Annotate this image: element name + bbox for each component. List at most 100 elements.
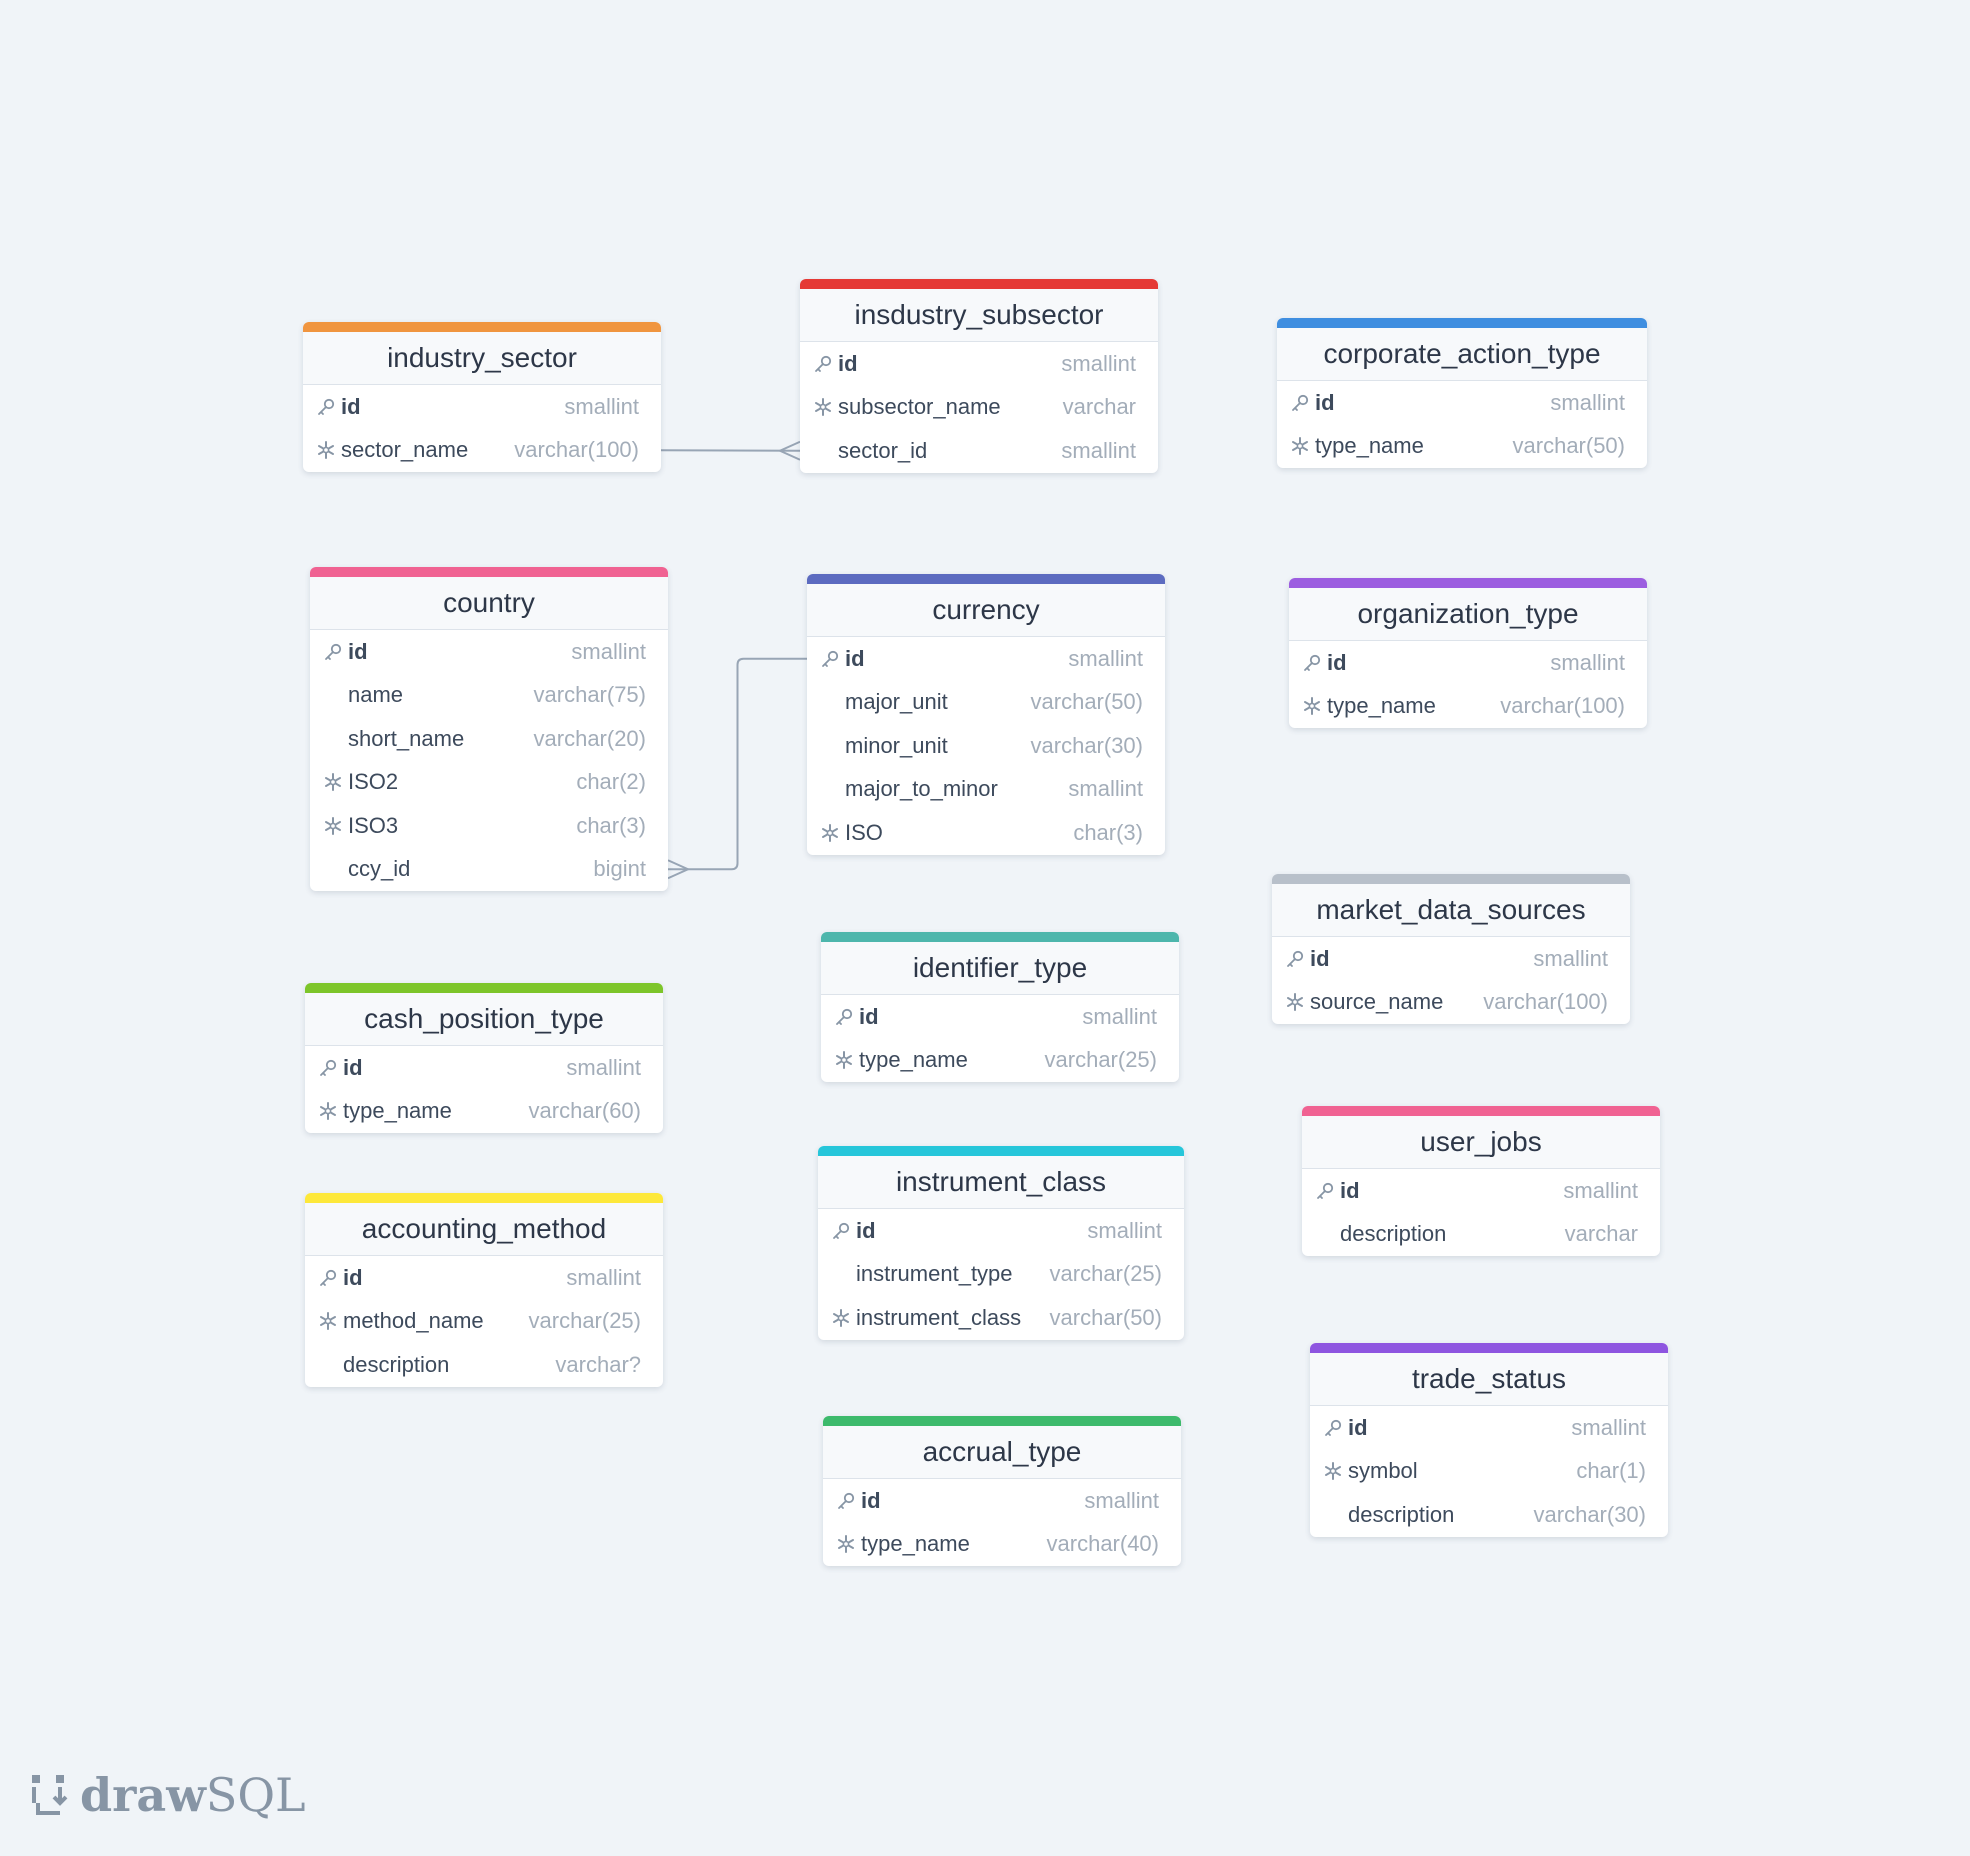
unique-key-icon [1282, 989, 1308, 1015]
column-row-id[interactable]: id smallint [807, 637, 1165, 681]
table-instrument-class[interactable]: instrument_class id smallint instrument_typ… [818, 1146, 1184, 1340]
column-row-id[interactable]: id smallint [821, 995, 1179, 1039]
column-name: id [845, 645, 865, 671]
table-title[interactable]: organization_type [1289, 588, 1647, 641]
table-color-bar [807, 574, 1165, 584]
column-name: id [856, 1217, 876, 1243]
column-type: smallint [1061, 350, 1136, 376]
table-title[interactable]: currency [807, 584, 1165, 637]
no-key-spacer [817, 689, 843, 715]
primary-key-icon [810, 351, 836, 377]
table-title[interactable]: industry_sector [303, 332, 661, 385]
drawsql-logo: draw SQL [30, 1768, 306, 1822]
table-title[interactable]: instrument_class [818, 1156, 1184, 1209]
table-accounting-method[interactable]: accounting_method id smallint method_name va… [305, 1193, 663, 1387]
unique-key-icon [1299, 693, 1325, 719]
table-insdustry-subsector[interactable]: insdustry_subsector id smallint subsector_n… [800, 279, 1158, 473]
column-row-type-name[interactable]: type_name varchar(100) [1289, 685, 1647, 729]
column-type: varchar(40) [1046, 1531, 1159, 1557]
column-type: varchar(100) [514, 437, 639, 463]
column-row-id[interactable]: id smallint [818, 1209, 1184, 1253]
column-row-description[interactable]: description varchar? [305, 1343, 663, 1387]
column-row-id[interactable]: id smallint [1302, 1169, 1660, 1213]
column-row-id[interactable]: id smallint [305, 1046, 663, 1090]
column-row-minor-unit[interactable]: minor_unit varchar(30) [807, 724, 1165, 768]
column-row-iso3[interactable]: ISO3 char(3) [310, 804, 668, 848]
column-row-description[interactable]: description varchar(30) [1310, 1493, 1668, 1537]
crows-foot-marker [667, 859, 691, 880]
column-row-type-name[interactable]: type_name varchar(50) [1277, 425, 1647, 469]
column-row-major-to-minor[interactable]: major_to_minor smallint [807, 768, 1165, 812]
column-type: varchar(75) [533, 682, 646, 708]
crows-foot-marker [777, 440, 801, 461]
table-country[interactable]: country id smallint name varchar(75) short_na… [310, 567, 668, 891]
column-type: varchar(100) [1483, 989, 1608, 1015]
table-user-jobs[interactable]: user_jobs id smallint description varchar [1302, 1106, 1660, 1256]
column-row-major-unit[interactable]: major_unit varchar(50) [807, 681, 1165, 725]
column-row-id[interactable]: id smallint [800, 342, 1158, 386]
table-title[interactable]: insdustry_subsector [800, 289, 1158, 342]
relationship-line-1[interactable] [668, 657, 807, 871]
column-row-id[interactable]: id smallint [1310, 1406, 1668, 1450]
column-row-name[interactable]: name varchar(75) [310, 674, 668, 718]
table-title[interactable]: corporate_action_type [1277, 328, 1647, 381]
table-title[interactable]: accrual_type [823, 1426, 1181, 1479]
column-row-description[interactable]: description varchar [1302, 1213, 1660, 1257]
diagram-canvas[interactable]: industry_sector id smallint sector_name varc… [0, 0, 1970, 1856]
table-title[interactable]: country [310, 577, 668, 630]
column-row-sector-name[interactable]: sector_name varchar(100) [303, 429, 661, 473]
column-row-instrument-class[interactable]: instrument_class varchar(50) [818, 1296, 1184, 1340]
no-key-spacer [320, 856, 346, 882]
column-type: varchar(20) [533, 725, 646, 751]
column-row-source-name[interactable]: source_name varchar(100) [1272, 981, 1630, 1025]
table-organization-type[interactable]: organization_type id smallint type_name varc… [1289, 578, 1647, 728]
column-row-short-name[interactable]: short_name varchar(20) [310, 717, 668, 761]
column-row-sector-id[interactable]: sector_id smallint [800, 429, 1158, 473]
table-title[interactable]: market_data_sources [1272, 884, 1630, 937]
table-color-bar [305, 1193, 663, 1203]
column-row-type-name[interactable]: type_name varchar(40) [823, 1523, 1181, 1567]
column-type: varchar(50) [1049, 1304, 1162, 1330]
unique-key-icon [817, 820, 843, 846]
table-market-data-sources[interactable]: market_data_sources id smallint source_name… [1272, 874, 1630, 1024]
table-corporate-action-type[interactable]: corporate_action_type id smallint type_name… [1277, 318, 1647, 468]
table-title[interactable]: trade_status [1310, 1353, 1668, 1406]
column-name: id [343, 1264, 363, 1290]
column-row-id[interactable]: id smallint [1289, 641, 1647, 685]
table-title[interactable]: identifier_type [821, 942, 1179, 995]
column-row-symbol[interactable]: symbol char(1) [1310, 1450, 1668, 1494]
column-row-id[interactable]: id smallint [823, 1479, 1181, 1523]
column-row-type-name[interactable]: type_name varchar(60) [305, 1090, 663, 1134]
unique-key-icon [315, 1308, 341, 1334]
column-row-iso2[interactable]: ISO2 char(2) [310, 761, 668, 805]
column-row-id[interactable]: id smallint [310, 630, 668, 674]
table-currency[interactable]: currency id smallint major_unit varchar(50) m… [807, 574, 1165, 855]
column-row-instrument-type[interactable]: instrument_type varchar(25) [818, 1253, 1184, 1297]
column-row-type-name[interactable]: type_name varchar(25) [821, 1039, 1179, 1083]
column-name: id [861, 1487, 881, 1513]
column-row-id[interactable]: id smallint [1272, 937, 1630, 981]
relationship-line-0[interactable] [660, 449, 801, 452]
table-identifier-type[interactable]: identifier_type id smallint type_name varcha… [821, 932, 1179, 1082]
column-name: instrument_class [856, 1304, 1022, 1330]
column-name: type_name [1315, 433, 1424, 459]
column-name: id [343, 1054, 363, 1080]
column-row-method-name[interactable]: method_name varchar(25) [305, 1300, 663, 1344]
table-color-bar [1289, 578, 1647, 588]
no-key-spacer [817, 733, 843, 759]
table-title[interactable]: cash_position_type [305, 993, 663, 1046]
table-title[interactable]: user_jobs [1302, 1116, 1660, 1169]
table-accrual-type[interactable]: accrual_type id smallint type_name varchar(4… [823, 1416, 1181, 1566]
column-row-iso[interactable]: ISO char(3) [807, 811, 1165, 855]
column-row-id[interactable]: id smallint [303, 385, 661, 429]
column-row-ccy-id[interactable]: ccy_id bigint [310, 848, 668, 892]
table-title[interactable]: accounting_method [305, 1203, 663, 1256]
column-row-id[interactable]: id smallint [1277, 381, 1647, 425]
column-row-subsector-name[interactable]: subsector_name varchar [800, 386, 1158, 430]
table-industry-sector[interactable]: industry_sector id smallint sector_name varc… [303, 322, 661, 472]
column-name: symbol [1348, 1458, 1418, 1484]
primary-key-icon [320, 639, 346, 665]
table-cash-position-type[interactable]: cash_position_type id smallint type_name var… [305, 983, 663, 1133]
table-trade-status[interactable]: trade_status id smallint symbol char(1) descr… [1310, 1343, 1668, 1537]
column-row-id[interactable]: id smallint [305, 1256, 663, 1300]
